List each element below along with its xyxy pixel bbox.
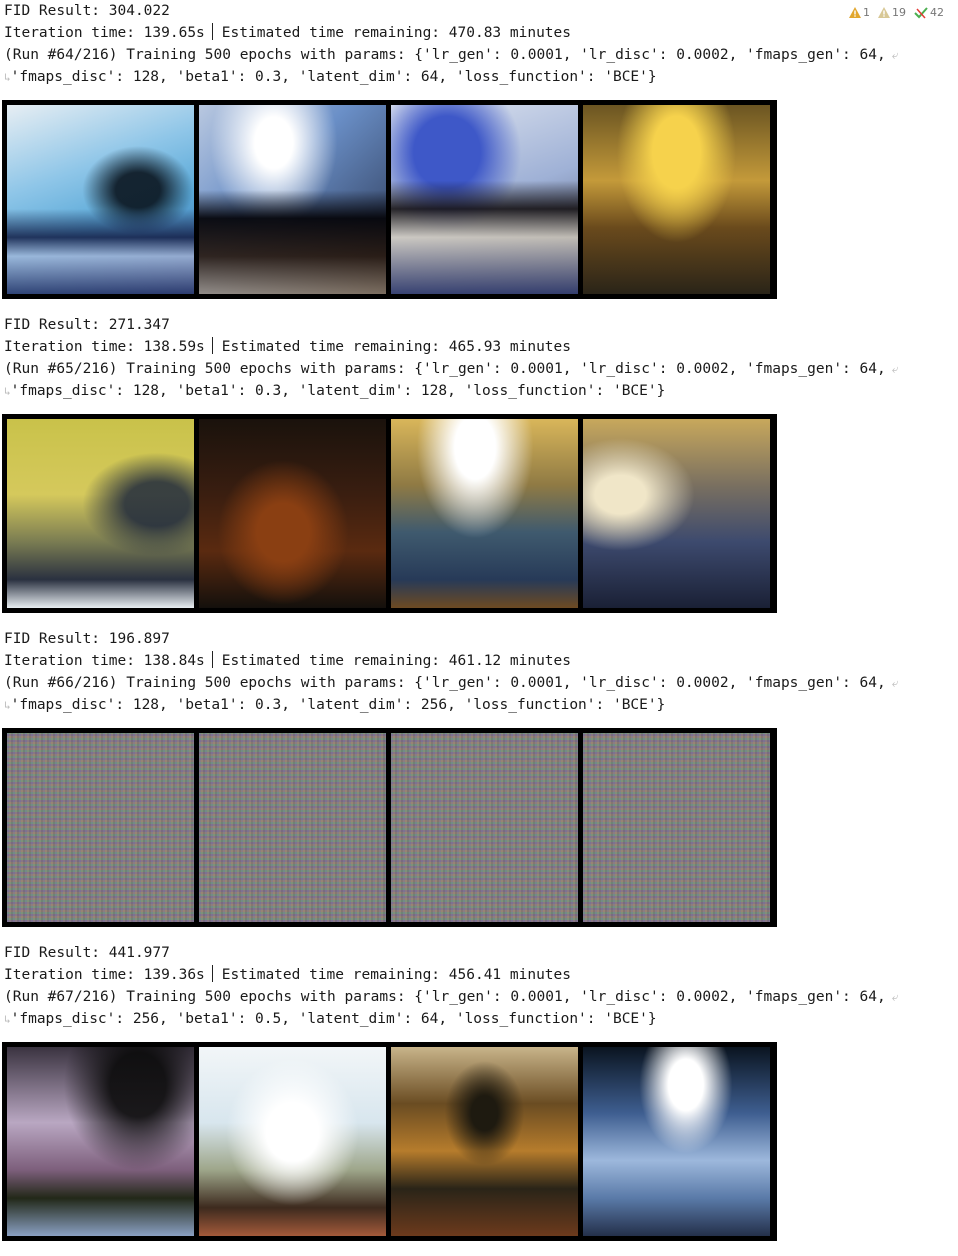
iteration-time: Iteration time: 139.36s: [4, 967, 205, 983]
run-output-block: FID Result: 196.897 Iteration time: 138.…: [2, 628, 939, 942]
separator: [211, 651, 213, 668]
soft-wrap-icon: ⤶: [891, 362, 899, 376]
generated-image: [199, 419, 386, 608]
params-line-continued: ↳'fmaps_disc': 128, 'beta1': 0.3, 'laten…: [4, 380, 939, 402]
generated-image: [391, 105, 578, 294]
params-text: (Run #66/216) Training 500 epochs with p…: [4, 675, 886, 691]
params-line-continued: ↳'fmaps_disc': 128, 'beta1': 0.3, 'laten…: [4, 66, 939, 88]
params-text: 'fmaps_disc': 128, 'beta1': 0.3, 'latent…: [10, 383, 666, 399]
generated-image: [391, 419, 578, 608]
cell-output: FID Result: 304.022 Iteration time: 139.…: [2, 0, 939, 1256]
params-text: 'fmaps_disc': 256, 'beta1': 0.5, 'latent…: [10, 1011, 657, 1027]
generated-image: [199, 105, 386, 294]
timing-line: Iteration time: 139.65s Estimated time re…: [4, 22, 939, 44]
params-line-continued: ↳'fmaps_disc': 256, 'beta1': 0.5, 'laten…: [4, 1008, 939, 1030]
generated-image: [391, 733, 578, 922]
generated-images-grid: [2, 100, 777, 299]
params-line: (Run #67/216) Training 500 epochs with p…: [4, 986, 939, 1008]
generated-image: [199, 733, 386, 922]
run-output-block: FID Result: 441.977 Iteration time: 139.…: [2, 942, 939, 1256]
soft-wrap-icon: ⤶: [891, 48, 899, 62]
generated-images-grid: [2, 414, 777, 613]
estimated-remaining: Estimated time remaining: 465.93 minutes: [221, 339, 571, 355]
generated-images-grid: [2, 728, 777, 927]
wrap-continuation-icon: ↳: [4, 71, 11, 84]
estimated-remaining: Estimated time remaining: 456.41 minutes: [221, 967, 571, 983]
generated-image: [391, 1047, 578, 1236]
estimated-remaining: Estimated time remaining: 470.83 minutes: [221, 25, 571, 41]
generated-image: [583, 419, 770, 608]
generated-image: [7, 1047, 194, 1236]
run-output-block: FID Result: 304.022 Iteration time: 139.…: [2, 0, 939, 314]
generated-image: [7, 419, 194, 608]
params-line: (Run #65/216) Training 500 epochs with p…: [4, 358, 939, 380]
generated-image: [199, 1047, 386, 1236]
iteration-time: Iteration time: 138.84s: [4, 653, 205, 669]
generated-image: [583, 105, 770, 294]
soft-wrap-icon: ⤶: [891, 676, 899, 690]
params-line: (Run #64/216) Training 500 epochs with p…: [4, 44, 939, 66]
generated-image: [7, 733, 194, 922]
params-text: (Run #67/216) Training 500 epochs with p…: [4, 989, 886, 1005]
soft-wrap-icon: ⤶: [891, 990, 899, 1004]
generated-image: [583, 733, 770, 922]
params-line-continued: ↳'fmaps_disc': 128, 'beta1': 0.3, 'laten…: [4, 694, 939, 716]
params-text: (Run #64/216) Training 500 epochs with p…: [4, 47, 886, 63]
generated-image: [7, 105, 194, 294]
run-output-block: FID Result: 271.347 Iteration time: 138.…: [2, 314, 939, 628]
params-text: (Run #65/216) Training 500 epochs with p…: [4, 361, 886, 377]
generated-images-grid: [2, 1042, 777, 1241]
wrap-continuation-icon: ↳: [4, 699, 11, 712]
params-text: 'fmaps_disc': 128, 'beta1': 0.3, 'latent…: [10, 69, 657, 85]
iteration-time: Iteration time: 138.59s: [4, 339, 205, 355]
separator: [211, 965, 213, 982]
timing-line: Iteration time: 138.84s Estimated time re…: [4, 650, 939, 672]
timing-line: Iteration time: 138.59s Estimated time re…: [4, 336, 939, 358]
separator: [211, 23, 213, 40]
params-line: (Run #66/216) Training 500 epochs with p…: [4, 672, 939, 694]
params-text: 'fmaps_disc': 128, 'beta1': 0.3, 'latent…: [10, 697, 666, 713]
timing-line: Iteration time: 139.36s Estimated time re…: [4, 964, 939, 986]
estimated-remaining: Estimated time remaining: 461.12 minutes: [221, 653, 571, 669]
fid-result: FID Result: 304.022: [4, 3, 170, 19]
iteration-time: Iteration time: 139.65s: [4, 25, 205, 41]
generated-image: [583, 1047, 770, 1236]
fid-result: FID Result: 196.897: [4, 631, 170, 647]
wrap-continuation-icon: ↳: [4, 385, 11, 398]
wrap-continuation-icon: ↳: [4, 1013, 11, 1026]
fid-result: FID Result: 271.347: [4, 317, 170, 333]
fid-result: FID Result: 441.977: [4, 945, 170, 961]
separator: [211, 337, 213, 354]
